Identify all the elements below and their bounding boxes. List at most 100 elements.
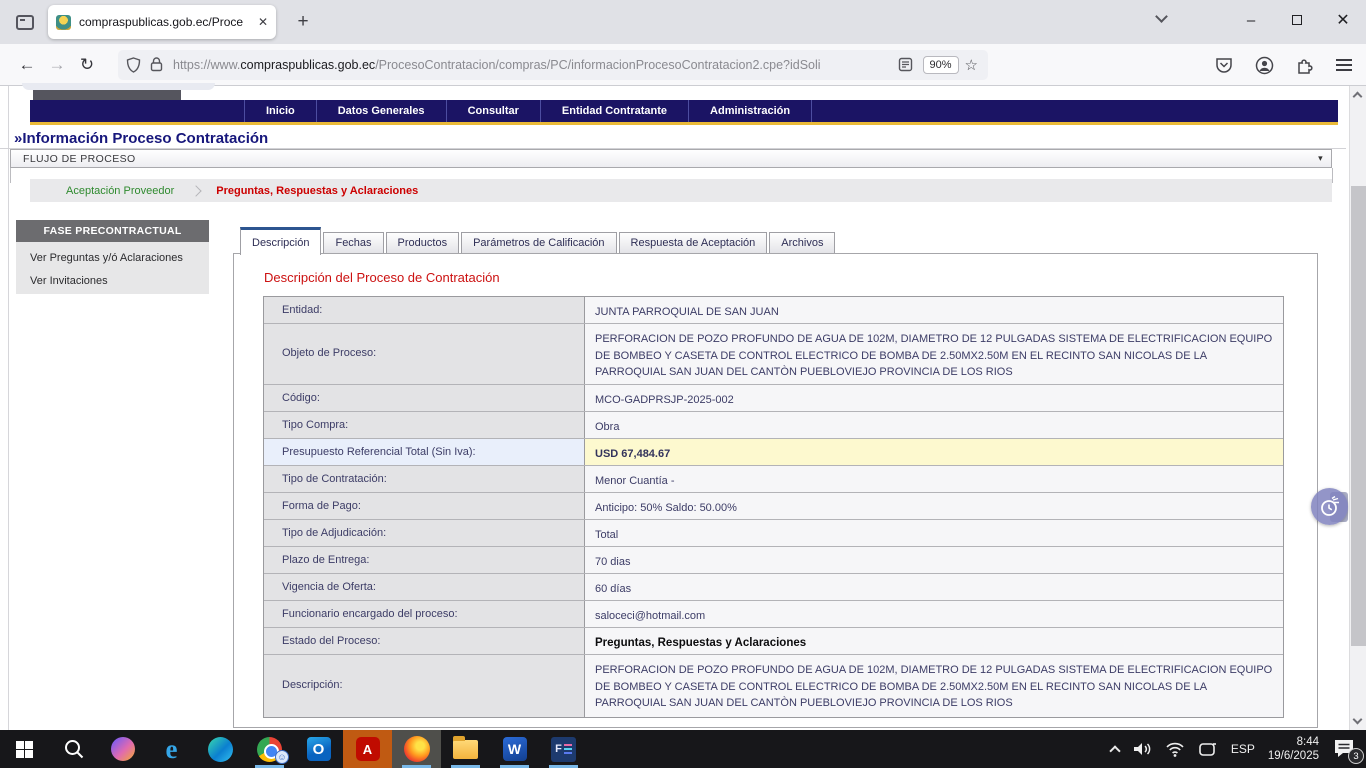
pocket-icon[interactable] (1215, 56, 1233, 74)
connect-display-icon[interactable] (1198, 741, 1218, 757)
field-label: Forma de Pago: (264, 493, 584, 519)
sidebar: Ver Preguntas y/ó Aclaraciones Ver Invit… (16, 242, 209, 294)
table-row: Tipo de Adjudicación: Total (264, 520, 1283, 547)
taskbar-ie-button[interactable]: e (147, 730, 196, 768)
page-title: »Información Proceso Contratación (14, 130, 268, 147)
breadcrumb-aceptacion-proveedor[interactable]: Aceptación Proveedor (66, 185, 174, 197)
field-value: USD 67,484.67 (584, 439, 1283, 465)
search-icon (63, 738, 85, 760)
taskbar-edge-button[interactable] (196, 730, 245, 768)
nav-item-consultar[interactable]: Consultar (447, 100, 541, 122)
browser-tab-strip: compraspublicas.gob.ec/Proce ✕ + – ✕ (0, 0, 1366, 44)
new-tab-button[interactable]: + (290, 11, 316, 33)
breadcrumb-chevron-icon (191, 185, 202, 196)
page-left-border (8, 86, 9, 730)
scroll-up-icon[interactable] (1354, 93, 1361, 100)
list-tabs-icon[interactable] (1157, 12, 1177, 32)
nav-item-datos-generales[interactable]: Datos Generales (317, 100, 447, 122)
taskbar-explorer-button[interactable] (441, 730, 490, 768)
field-value: JUNTA PARROQUIAL DE SAN JUAN (584, 297, 1283, 323)
language-indicator[interactable]: ESP (1231, 742, 1255, 756)
flujo-de-proceso-dropdown[interactable]: FLUJO DE PROCESO ▾ (10, 149, 1332, 168)
tab-parametros[interactable]: Parámetros de Calificación (461, 232, 616, 254)
taskbar-clock[interactable]: 8:44 19/6/2025 (1268, 735, 1319, 763)
restore-button[interactable] (1274, 0, 1320, 40)
table-row: Funcionario encargado del proceso: saloc… (264, 601, 1283, 628)
taskbar-search-button[interactable] (49, 730, 98, 768)
field-value: 70 dias (584, 547, 1283, 573)
back-button[interactable]: ← (12, 50, 42, 80)
nav-item-entidad-contratante[interactable]: Entidad Contratante (541, 100, 689, 122)
taskbar-copilot-button[interactable] (98, 730, 147, 768)
browser-tab[interactable]: compraspublicas.gob.ec/Proce ✕ (48, 5, 276, 39)
tab-productos[interactable]: Productos (386, 232, 460, 254)
tab-close-icon[interactable]: ✕ (258, 15, 268, 29)
sidebar-item-ver-preguntas[interactable]: Ver Preguntas y/ó Aclaraciones (30, 247, 209, 270)
table-row: Código: MCO-GADPRSJP-2025-002 (264, 385, 1283, 412)
account-icon[interactable] (1255, 56, 1274, 75)
reader-mode-icon[interactable] (898, 57, 913, 72)
start-button[interactable] (0, 730, 49, 768)
detail-tabs: Descripción Fechas Productos Parámetros … (240, 227, 837, 254)
dropdown-caret-icon: ▾ (1318, 153, 1323, 164)
windows-logo-icon (16, 741, 33, 758)
tray-time: 8:44 (1268, 735, 1319, 749)
bookmark-star-icon[interactable]: ☆ (965, 56, 978, 74)
outlook-icon: O (307, 737, 331, 761)
taskbar-chrome-button[interactable]: ☺ (245, 730, 294, 768)
browser-scrollbar[interactable] (1349, 86, 1366, 730)
field-label: Tipo Compra: (264, 412, 584, 438)
fes-app-icon: F (551, 737, 576, 762)
field-value[interactable]: saloceci@hotmail.com (584, 601, 1283, 627)
taskbar-acrobat-button[interactable]: A (343, 730, 392, 768)
url-text: https://www.compraspublicas.gob.ec/Proce… (173, 58, 894, 72)
taskbar-fes-button[interactable]: F (539, 730, 588, 768)
notification-center-button[interactable]: 3 (1332, 736, 1358, 762)
tab-fechas[interactable]: Fechas (323, 232, 383, 254)
tray-date: 19/6/2025 (1268, 749, 1319, 763)
volume-icon[interactable] (1132, 740, 1152, 758)
scrolled-header-dark-fragment (33, 90, 181, 100)
reload-button[interactable]: ↻ (72, 50, 102, 80)
menu-hamburger-icon[interactable] (1336, 59, 1352, 71)
scrollbar-thumb[interactable] (1351, 186, 1366, 646)
acrobat-icon: A (356, 737, 380, 761)
tab-archivos[interactable]: Archivos (769, 232, 835, 254)
sidebar-item-ver-invitaciones[interactable]: Ver Invitaciones (30, 270, 209, 293)
nav-item-inicio[interactable]: Inicio (244, 100, 317, 122)
browser-toolbar: ← → ↻ https://www.compraspublicas.gob.ec… (0, 44, 1366, 86)
tab-descripcion[interactable]: Descripción (240, 227, 321, 255)
scroll-down-icon[interactable] (1354, 716, 1361, 723)
field-label: Funcionario encargado del proceso: (264, 601, 584, 627)
field-label: Código: (264, 385, 584, 411)
firefox-view-icon[interactable] (10, 9, 40, 35)
taskbar-outlook-button[interactable]: O (294, 730, 343, 768)
tab-content-panel: Descripción del Proceso de Contratación … (233, 253, 1318, 728)
forward-button[interactable]: → (42, 50, 72, 80)
table-row: Tipo Compra: Obra (264, 412, 1283, 439)
nav-item-administracion[interactable]: Administración (689, 100, 812, 122)
table-row: Objeto de Proceso: PERFORACION DE POZO P… (264, 324, 1283, 385)
scrolled-header-fragment (22, 83, 215, 90)
session-timer-badge[interactable] (1311, 488, 1348, 525)
tab-respuesta-aceptacion[interactable]: Respuesta de Aceptación (619, 232, 768, 254)
zoom-level-indicator[interactable]: 90% (923, 56, 959, 74)
sidebar-header: FASE PRECONTRACTUAL (16, 220, 209, 242)
table-row-estado: Estado del Proceso: Preguntas, Respuesta… (264, 628, 1283, 655)
wifi-icon[interactable] (1165, 741, 1185, 757)
table-row: Entidad: JUNTA PARROQUIAL DE SAN JUAN (264, 297, 1283, 324)
tray-expand-icon[interactable] (1109, 745, 1120, 756)
field-label: Plazo de Entrega: (264, 547, 584, 573)
chrome-profile-badge-icon: ☺ (275, 750, 289, 764)
taskbar-word-button[interactable]: W (490, 730, 539, 768)
internet-explorer-icon: e (166, 736, 178, 763)
extensions-puzzle-icon[interactable] (1296, 56, 1314, 74)
field-value: Total (584, 520, 1283, 546)
taskbar-firefox-button[interactable] (392, 730, 441, 768)
field-label: Descripción: (264, 655, 584, 717)
field-label: Estado del Proceso: (264, 628, 584, 654)
process-detail-table: Entidad: JUNTA PARROQUIAL DE SAN JUAN Ob… (263, 296, 1284, 718)
address-bar[interactable]: https://www.compraspublicas.gob.ec/Proce… (118, 50, 988, 80)
close-window-button[interactable]: ✕ (1320, 0, 1366, 40)
minimize-button[interactable]: – (1228, 0, 1274, 40)
